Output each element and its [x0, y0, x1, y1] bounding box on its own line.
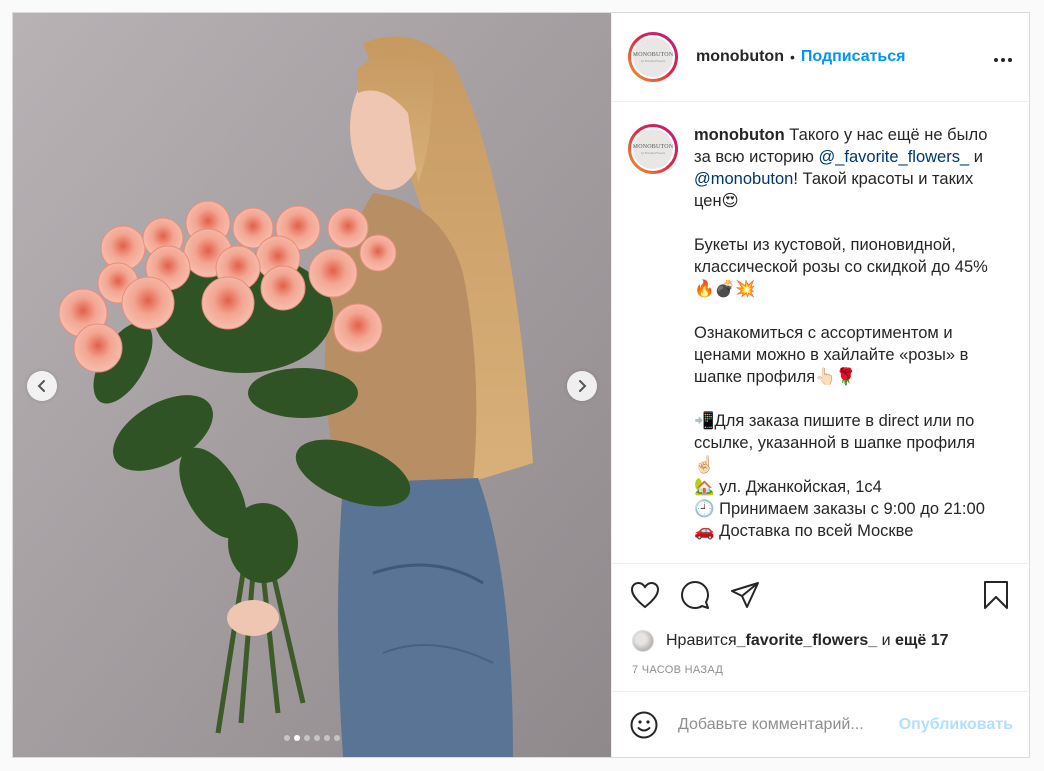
carousel-dots: [13, 735, 611, 741]
emoji-button[interactable]: [628, 709, 660, 741]
comment-input[interactable]: [678, 715, 899, 734]
carousel-dot: [324, 735, 330, 741]
carousel-next-button[interactable]: [567, 371, 597, 401]
follow-button[interactable]: Подписаться: [801, 48, 906, 66]
comment-icon: [681, 581, 709, 609]
publish-button[interactable]: Опубликовать: [899, 716, 1013, 734]
author-avatar[interactable]: MONOBUTON by Favorite Flowers: [628, 32, 678, 82]
carousel-dot: [314, 735, 320, 741]
likes-others-link[interactable]: ещё 17: [895, 632, 949, 650]
author-username[interactable]: monobuton: [696, 48, 784, 66]
emoji-icon: [630, 711, 658, 738]
avatar-logo-text: MONOBUTON: [632, 51, 674, 58]
avatar-logo-text: MONOBUTON: [632, 143, 674, 150]
caption-text: monobuton Такого у нас ещё не было за вс…: [694, 124, 994, 563]
post-timestamp[interactable]: 7 ЧАСОВ НАЗАД: [612, 656, 1029, 692]
liker-avatar[interactable]: [632, 630, 654, 652]
chevron-right-icon: [579, 380, 587, 392]
share-icon: [731, 582, 759, 608]
caption-part3: ! Такой красоты и таких цен😍 Букеты из к…: [694, 170, 988, 540]
mention-favorite-flowers[interactable]: @_favorite_flowers_: [818, 148, 969, 166]
likes-middle: и: [877, 632, 895, 649]
caption-area: MONOBUTON by Favorite Flowers monobuton …: [612, 102, 1029, 564]
avatar-logo-sub: by Favorite Flowers: [640, 150, 666, 155]
chevron-left-icon: [37, 380, 45, 392]
carousel-dot: [284, 735, 290, 741]
comment-button[interactable]: [678, 578, 712, 612]
more-options-button[interactable]: [993, 47, 1013, 68]
post-header: MONOBUTON by Favorite Flowers monobuton …: [612, 13, 1029, 102]
mention-monobuton[interactable]: @monobuton: [694, 170, 793, 188]
heart-icon: [630, 581, 660, 609]
post-sidebar: MONOBUTON by Favorite Flowers monobuton …: [611, 13, 1029, 757]
like-button[interactable]: [628, 578, 662, 612]
share-button[interactable]: [728, 578, 762, 612]
bookmark-icon: [984, 581, 1008, 609]
caption-part2: и: [969, 148, 988, 166]
caption-avatar[interactable]: MONOBUTON by Favorite Flowers: [628, 124, 678, 174]
more-icon: [994, 57, 1012, 62]
comment-composer: Опубликовать: [612, 692, 1029, 757]
save-button[interactable]: [979, 578, 1013, 612]
carousel-prev-button[interactable]: [27, 371, 57, 401]
carousel-dot: [304, 735, 310, 741]
avatar-logo-sub: by Favorite Flowers: [640, 58, 666, 63]
likes-prefix: Нравится: [666, 632, 737, 649]
header-separator: •: [789, 49, 795, 65]
post-media: [13, 13, 611, 757]
liker-username[interactable]: _favorite_flowers_: [737, 632, 878, 650]
caption-username[interactable]: monobuton: [694, 126, 785, 144]
carousel-dot: [334, 735, 340, 741]
carousel-dot: [294, 735, 300, 741]
instagram-post: MONOBUTON by Favorite Flowers monobuton …: [12, 12, 1030, 758]
post-photo: [13, 13, 611, 757]
likes-row: Нравится _favorite_flowers_ и ещё 17: [612, 626, 1029, 656]
action-bar: [612, 564, 1029, 626]
